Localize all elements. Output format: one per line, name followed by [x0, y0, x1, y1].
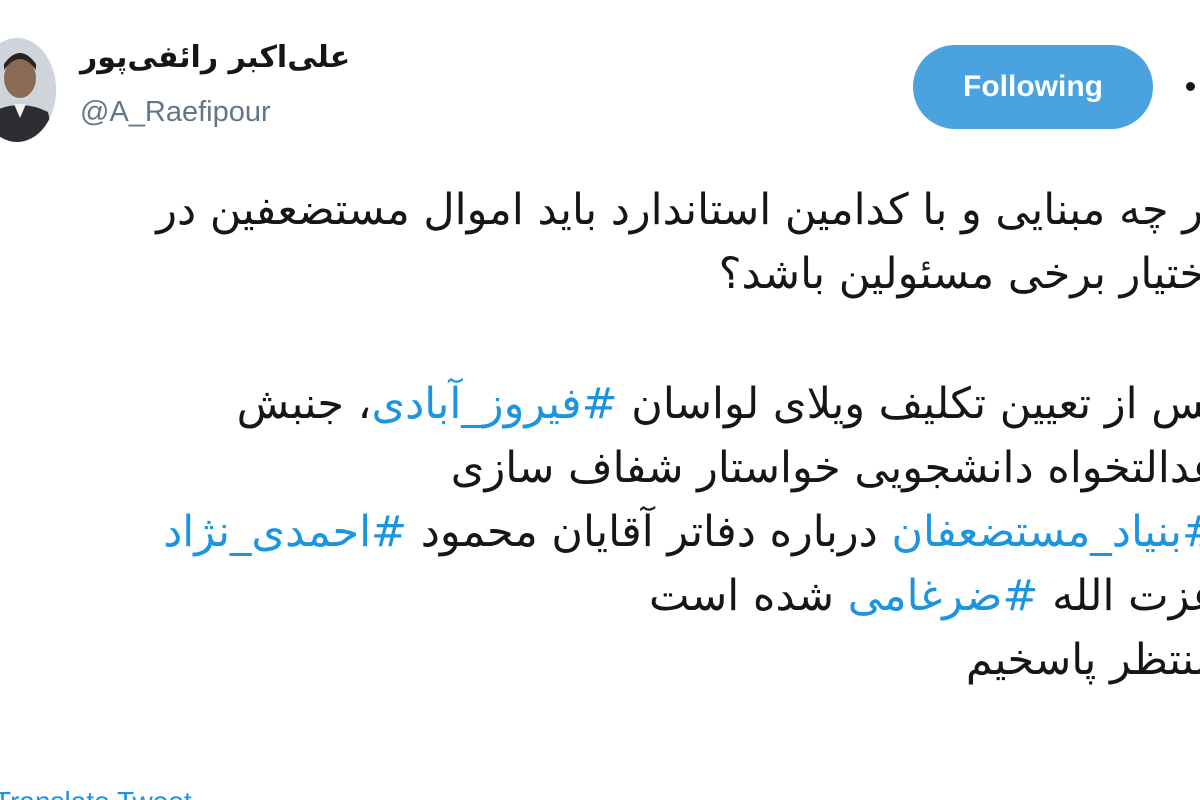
- hashtag-link[interactable]: #ضرغامی: [848, 571, 1039, 621]
- avatar[interactable]: [0, 38, 56, 142]
- tweet-line: عدالتخواه دانشجویی خواستار شفاف سازی: [156, 436, 1200, 500]
- following-button[interactable]: Following: [913, 45, 1153, 129]
- hashtag-link[interactable]: #احمدی_نژاد: [163, 507, 407, 557]
- tweet-text-segment: پس از تعیین تکلیف ویلای لواسان: [617, 379, 1200, 429]
- display-name[interactable]: علی‌اکبر رائفی‌پور: [80, 40, 350, 75]
- tweet-text: بر چه مبنایی و با کدامین استاندارد باید …: [156, 178, 1200, 692]
- tweet-line: بر چه مبنایی و با کدامین استاندارد باید …: [156, 178, 1200, 242]
- tweet-line: منتظر پاسخیم: [156, 628, 1200, 692]
- more-options-caret-icon[interactable]: [1186, 82, 1195, 91]
- tweet-text-segment: عزت الله: [1052, 571, 1200, 621]
- avatar-photo-icon: [0, 38, 56, 142]
- tweet-line: اختیار برخی مسئولین باشد؟: [156, 242, 1200, 306]
- hashtag-link[interactable]: #بنیاد_مستضعفان: [891, 507, 1200, 557]
- tweet-card: علی‌اکبر رائفی‌پور @A_Raefipour Followin…: [0, 0, 1200, 800]
- tweet-text-segment: عدالتخواه دانشجویی خواستار شفاف سازی: [450, 443, 1200, 493]
- tweet-line: پس از تعیین تکلیف ویلای لواسان #فیروز_آب…: [156, 372, 1200, 436]
- tweet-text-segment: اختیار برخی مسئولین باشد؟: [718, 249, 1200, 299]
- translate-tweet-link[interactable]: Translate Tweet: [0, 786, 192, 800]
- tweet-text-segment: درباره دفاتر آقایان محمود: [407, 507, 892, 557]
- user-handle[interactable]: @A_Raefipour: [80, 96, 271, 129]
- tweet-text-segment: ، جنبش: [236, 379, 372, 429]
- hashtag-link[interactable]: #فیروز_آبادی: [371, 379, 617, 429]
- tweet-text-segment: شده است: [649, 571, 848, 621]
- tweet-line: #بنیاد_مستضعفان درباره دفاتر آقایان محمو…: [156, 500, 1200, 564]
- tweet-line: عزت الله #ضرغامی شده است: [156, 564, 1200, 628]
- tweet-text-segment: بر چه مبنایی و با کدامین استاندارد باید …: [156, 185, 1200, 235]
- tweet-text-segment: منتظر پاسخیم: [965, 635, 1200, 685]
